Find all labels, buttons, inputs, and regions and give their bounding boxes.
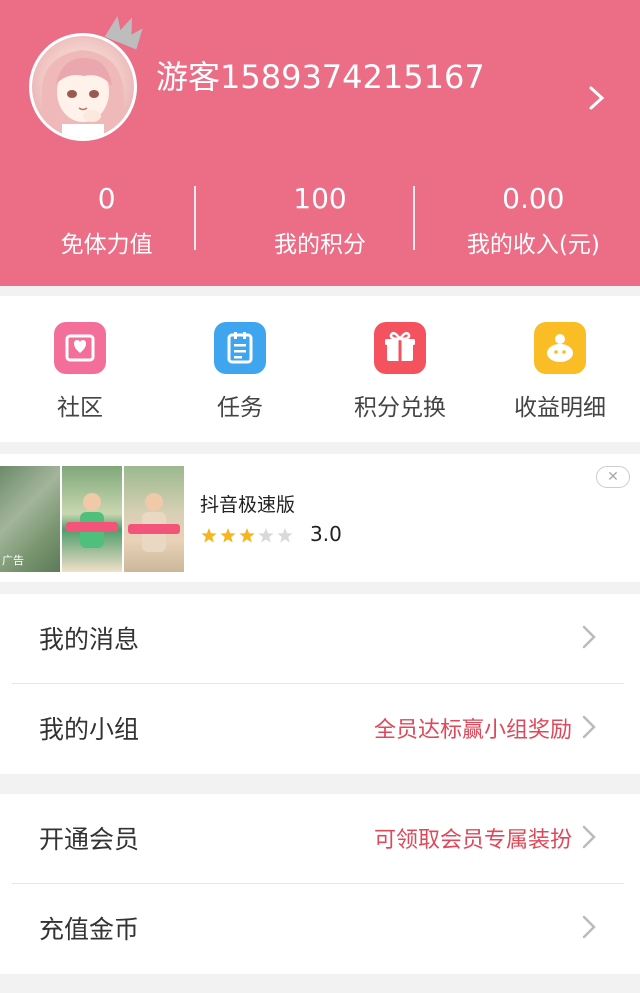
menu-item-label: 我的消息	[39, 625, 140, 654]
task-icon	[214, 322, 266, 374]
ad-thumbnail-2	[124, 466, 184, 572]
stat-value: 0	[97, 182, 116, 215]
piggy-bank-icon	[534, 322, 586, 374]
menu-item-hint: 全员达标赢小组奖励	[373, 718, 572, 743]
menu-item-label: 充值金币	[39, 915, 140, 944]
star-filled-icon	[201, 528, 217, 543]
ad-thumbnail-blurred: 广告	[0, 466, 60, 572]
close-ad-button[interactable]: ✕	[596, 466, 630, 488]
menu-group-1: 我的消息 我的小组 全员达标赢小组奖励	[0, 594, 640, 774]
stat-label: 我的积分	[273, 232, 366, 258]
quick-action-label: 社区	[57, 395, 103, 421]
ad-badge: 广告	[2, 554, 24, 567]
community-icon	[54, 322, 106, 374]
quick-action-label: 任务	[217, 395, 263, 421]
rating-stars	[201, 528, 293, 543]
menu-item-recharge-coins[interactable]: 充值金币	[0, 884, 640, 974]
ad-banner[interactable]: 广告	[0, 454, 640, 582]
stat-divider	[194, 186, 197, 250]
menu-item-label: 我的小组	[39, 715, 140, 744]
menu-item-messages[interactable]: 我的消息	[0, 594, 640, 684]
stats-row: 0 免体力值 100 我的积分 0.00 我的收入(元)	[0, 180, 640, 264]
star-filled-icon	[220, 528, 236, 543]
ad-thumbnail-1	[62, 466, 122, 572]
quick-action-label: 积分兑换	[354, 395, 446, 421]
menu-item-membership[interactable]: 开通会员 可领取会员专属装扮	[0, 794, 640, 884]
ad-app-name[interactable]: 抖音极速版	[200, 490, 295, 517]
menu-item-label: 开通会员	[39, 825, 140, 854]
star-empty-icon	[277, 528, 293, 543]
stat-value: 100	[293, 182, 347, 215]
ad-rating: 3.0	[310, 522, 342, 546]
quick-action-points-exchange[interactable]: 积分兑换	[320, 296, 480, 442]
menu-group-2: 开通会员 可领取会员专属装扮 充值金币	[0, 794, 640, 974]
avatar-illustration	[41, 50, 125, 138]
stat-stamina[interactable]: 0 免体力值	[0, 180, 213, 264]
stat-label: 我的收入(元)	[466, 232, 600, 258]
profile-header: 游客1589374215167 0 免体力值 100 我的积分 0.00 我的收…	[0, 0, 640, 286]
chevron-right-icon	[582, 625, 596, 649]
stat-points[interactable]: 100 我的积分	[194, 180, 426, 264]
quick-actions: 社区 任务 积分兑换 收益明细	[0, 296, 640, 442]
chevron-right-icon	[582, 715, 596, 739]
stat-label: 免体力值	[60, 232, 153, 258]
stat-income[interactable]: 0.00 我的收入(元)	[412, 180, 640, 264]
quick-action-community[interactable]: 社区	[0, 296, 160, 442]
star-filled-icon	[239, 528, 255, 543]
menu-item-hint: 可领取会员专属装扮	[373, 828, 572, 853]
quick-action-tasks[interactable]: 任务	[160, 296, 320, 442]
stat-divider	[412, 186, 415, 250]
quick-action-label: 收益明细	[514, 395, 606, 421]
stat-value: 0.00	[502, 182, 565, 215]
menu-item-my-group[interactable]: 我的小组 全员达标赢小组奖励	[0, 684, 640, 774]
gift-icon	[374, 322, 426, 374]
crown-icon	[104, 16, 143, 50]
quick-action-income-details[interactable]: 收益明细	[480, 296, 640, 442]
star-empty-icon	[258, 528, 274, 543]
chevron-right-icon	[582, 915, 596, 939]
chevron-right-icon	[582, 825, 596, 849]
chevron-right-icon[interactable]	[586, 84, 608, 112]
username[interactable]: 游客1589374215167	[156, 52, 485, 98]
